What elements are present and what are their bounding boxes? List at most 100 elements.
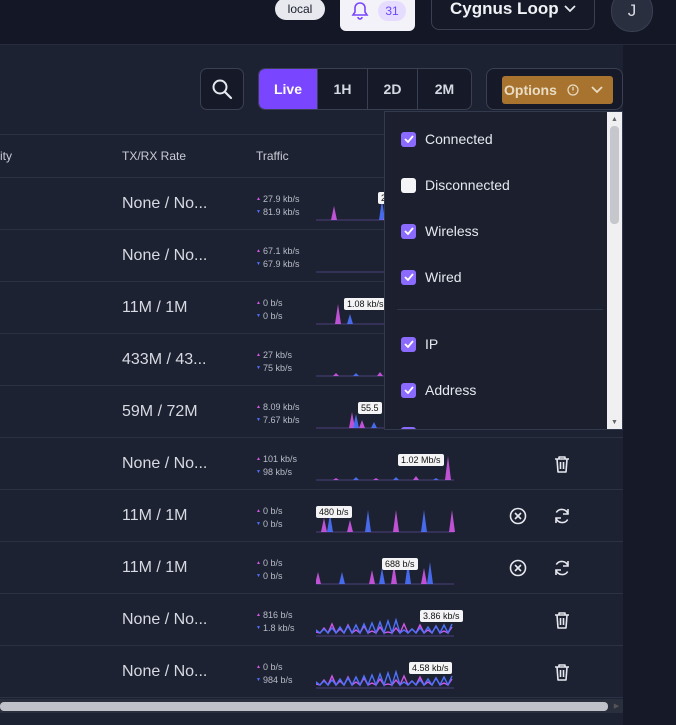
sparkline-spike (359, 420, 365, 428)
sparkline-spike (335, 304, 341, 324)
scroll-right-arrow-icon[interactable]: ▶ (612, 701, 621, 711)
option-label: Connected (425, 131, 493, 147)
peak-label: 1.08 kb/s (344, 298, 387, 310)
time-range-tabs: Live 1H 2D 2M (258, 68, 472, 110)
peak-label: 4.58 kb/s (409, 662, 452, 674)
traffic-rates: 8.09 kb/s7.67 kb/s (256, 401, 300, 427)
notification-count: 31 (378, 0, 406, 21)
sparkline-spike (347, 520, 353, 532)
tab-2m[interactable]: 2M (417, 69, 471, 109)
sparkline-spike (427, 562, 433, 584)
option-connected[interactable]: Connected (401, 127, 493, 151)
upload-rate: 8.09 kb/s (256, 401, 300, 414)
chevron-down-icon (591, 86, 603, 94)
column-header-traffic[interactable]: Traffic (256, 149, 289, 163)
sparkline-spike (331, 206, 337, 220)
tab-live[interactable]: Live (259, 69, 317, 109)
option-wireless[interactable]: Wireless (401, 219, 479, 243)
table-row[interactable]: None / No... 0 b/s984 b/s 4.58 kb/s (0, 646, 623, 698)
sparkline-spike (316, 572, 321, 584)
sparkline-spike (369, 570, 375, 584)
tx-rx-rate: 59M / 72M (122, 403, 198, 420)
checkbox-checked-icon[interactable] (401, 223, 416, 239)
sparkline-spike (333, 478, 339, 480)
tab-2d[interactable]: 2D (367, 69, 417, 109)
sparkline-spike (353, 414, 359, 428)
notifications-button[interactable]: 31 (340, 0, 415, 31)
checkbox-unchecked-icon[interactable] (401, 177, 416, 193)
column-header-rate[interactable]: TX/RX Rate (122, 149, 186, 163)
table-row[interactable]: None / No... 816 b/s1.8 kb/s 3.86 kb/s (0, 594, 623, 646)
tab-1h[interactable]: 1H (317, 69, 367, 109)
option-address[interactable]: Address (401, 378, 476, 402)
download-rate: 67.9 kb/s (256, 258, 300, 271)
scroll-down-arrow-icon[interactable]: ▼ (609, 417, 620, 427)
traffic-rates: 0 b/s0 b/s (256, 297, 283, 323)
search-button[interactable] (200, 68, 244, 110)
table-row[interactable]: 11M / 1M 0 b/s0 b/s 480 b/s (0, 490, 623, 542)
option-disconnected[interactable]: Disconnected (401, 173, 510, 197)
network-selector[interactable]: Cygnus Loop (431, 0, 595, 30)
sparkline-spike (421, 568, 427, 584)
download-rate: 7.67 kb/s (256, 414, 300, 427)
peak-label: 55.5 (358, 402, 382, 414)
peak-label: 3.86 kb/s (420, 610, 463, 622)
traffic-rates: 0 b/s0 b/s (256, 557, 283, 583)
tx-rx-rate: None / No... (122, 247, 208, 264)
block-icon[interactable] (508, 506, 528, 526)
column-header-partial[interactable]: ity (0, 149, 12, 163)
options-dropdown-trigger[interactable]: Options (486, 68, 623, 110)
sparkline-spike (339, 572, 345, 584)
sparkline-spike (393, 510, 399, 532)
sparkline-spike (371, 422, 377, 428)
block-icon[interactable] (508, 558, 528, 578)
options-button[interactable]: Options (502, 76, 613, 104)
refresh-icon[interactable] (552, 558, 572, 578)
trash-icon[interactable] (552, 454, 572, 474)
download-rate: 984 b/s (256, 674, 293, 687)
download-rate: 1.8 kb/s (256, 622, 295, 635)
download-rate: 98 kb/s (256, 466, 297, 479)
table-row[interactable]: None / No... 101 kb/s98 kb/s 1.02 Mb/s (0, 438, 623, 490)
sparkline-spike (377, 372, 383, 376)
checkbox-checked-icon[interactable] (401, 382, 416, 398)
option-label: IP (425, 336, 439, 352)
tx-rx-rate: None / No... (122, 611, 208, 628)
traffic-rates: 0 b/s0 b/s (256, 505, 283, 531)
bell-icon (351, 1, 369, 20)
option-partial[interactable] (401, 422, 425, 429)
checkbox-checked-icon[interactable] (401, 131, 416, 147)
sparkline-spike (433, 478, 439, 480)
refresh-icon[interactable] (552, 506, 572, 526)
trash-icon[interactable] (552, 610, 572, 630)
table-row[interactable]: 11M / 1M 0 b/s0 b/s 688 b/s (0, 542, 623, 594)
traffic-rates: 101 kb/s98 kb/s (256, 453, 297, 479)
checkbox-checked-icon[interactable] (401, 336, 416, 352)
traffic-rates: 0 b/s984 b/s (256, 661, 293, 687)
sparkline-spike (445, 456, 451, 480)
upload-rate: 0 b/s (256, 661, 292, 674)
tx-rx-rate: 433M / 43... (122, 351, 207, 368)
checkbox-checked-icon[interactable] (401, 426, 416, 429)
trash-icon[interactable] (552, 662, 572, 682)
peak-label: 480 b/s (316, 506, 352, 518)
sparkline-spike (321, 518, 327, 532)
scroll-up-arrow-icon[interactable]: ▲ (609, 114, 620, 124)
sparkline-spike (379, 568, 385, 584)
option-wired[interactable]: Wired (401, 265, 462, 289)
option-ip[interactable]: IP (401, 332, 438, 356)
option-label: Wired (425, 269, 462, 285)
upload-rate: 27 kb/s (256, 349, 292, 362)
right-gutter (623, 45, 676, 725)
horizontal-scrollbar-thumb[interactable] (0, 702, 608, 711)
info-icon (567, 84, 579, 96)
tx-rx-rate: 11M / 1M (122, 507, 188, 524)
user-avatar[interactable]: J (611, 0, 653, 32)
env-badge: local (275, 0, 325, 20)
checkbox-checked-icon[interactable] (401, 269, 416, 285)
options-menu-scrollbar-thumb[interactable] (610, 126, 619, 224)
sparkline-spike (421, 510, 427, 532)
tx-rx-rate: None / No... (122, 195, 208, 212)
upload-rate: 67.1 kb/s (256, 245, 300, 258)
download-rate: 0 b/s (256, 570, 283, 583)
